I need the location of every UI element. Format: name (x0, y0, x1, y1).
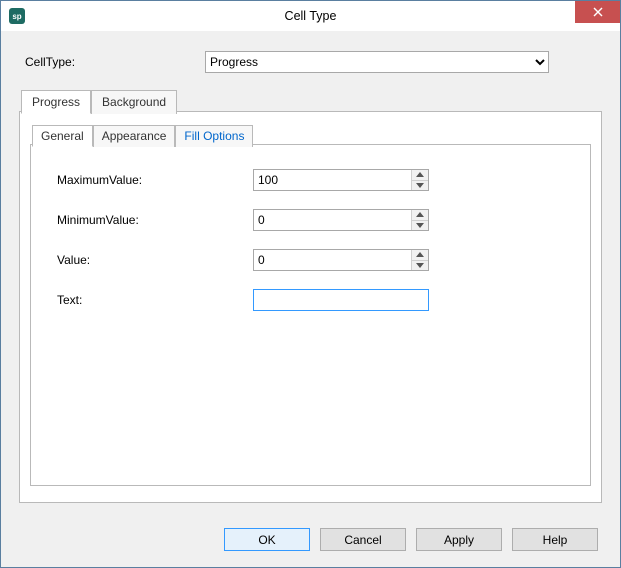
inner-tab-panel-general: MaximumValue: Mi (30, 144, 591, 486)
cell-type-dialog: sp Cell Type CellType: Progress Progress… (0, 0, 621, 568)
minimum-value-spin-up[interactable] (412, 210, 428, 221)
close-icon (593, 7, 603, 17)
chevron-up-icon (416, 252, 424, 257)
row-maximum-value: MaximumValue: (51, 169, 570, 191)
celltype-label: CellType: (25, 55, 205, 69)
chevron-up-icon (416, 172, 424, 177)
text-label: Text: (51, 293, 253, 307)
value-spin-down[interactable] (412, 261, 428, 271)
tab-fill-options-label: Fill Options (184, 129, 244, 143)
row-text: Text: (51, 289, 570, 311)
maximum-value-spin-buttons (411, 170, 428, 190)
close-button[interactable] (575, 1, 620, 23)
value-input[interactable] (254, 250, 411, 270)
tab-progress-label: Progress (32, 95, 80, 109)
minimum-value-spinner[interactable] (253, 209, 429, 231)
button-bar: OK Cancel Apply Help (224, 528, 598, 551)
help-button[interactable]: Help (512, 528, 598, 551)
ok-button-label: OK (258, 533, 275, 547)
tab-background-label: Background (102, 95, 166, 109)
tab-progress[interactable]: Progress (21, 90, 91, 114)
row-value: Value: (51, 249, 570, 271)
tab-general-label: General (41, 129, 84, 143)
chevron-up-icon (416, 212, 424, 217)
help-button-label: Help (543, 533, 568, 547)
chevron-down-icon (416, 263, 424, 268)
tab-fill-options[interactable]: Fill Options (175, 125, 253, 147)
client-area: CellType: Progress Progress Background G… (1, 31, 620, 567)
maximum-value-spin-up[interactable] (412, 170, 428, 181)
maximum-value-label: MaximumValue: (51, 173, 253, 187)
app-icon: sp (9, 8, 25, 24)
text-input[interactable] (253, 289, 429, 311)
apply-button-label: Apply (444, 533, 474, 547)
maximum-value-spin-down[interactable] (412, 181, 428, 191)
apply-button[interactable]: Apply (416, 528, 502, 551)
value-spinner[interactable] (253, 249, 429, 271)
window-buttons (575, 1, 620, 31)
maximum-value-input[interactable] (254, 170, 411, 190)
text-field-wrap (253, 289, 429, 311)
minimum-value-spin-down[interactable] (412, 221, 428, 231)
tab-appearance-label: Appearance (102, 129, 167, 143)
window-title: Cell Type (1, 9, 620, 23)
celltype-select[interactable]: Progress (205, 51, 549, 73)
value-spin-up[interactable] (412, 250, 428, 261)
inner-tabstrip: General Appearance Fill Options (32, 124, 253, 146)
minimum-value-label: MinimumValue: (51, 213, 253, 227)
tab-general[interactable]: General (32, 125, 93, 147)
chevron-down-icon (416, 223, 424, 228)
cancel-button-label: Cancel (344, 533, 381, 547)
ok-button[interactable]: OK (224, 528, 310, 551)
minimum-value-input[interactable] (254, 210, 411, 230)
tab-background[interactable]: Background (91, 90, 177, 114)
minimum-value-spin-buttons (411, 210, 428, 230)
row-minimum-value: MinimumValue: (51, 209, 570, 231)
chevron-down-icon (416, 183, 424, 188)
value-label: Value: (51, 253, 253, 267)
titlebar: sp Cell Type (1, 1, 620, 32)
outer-tab-panel: General Appearance Fill Options MaximumV… (19, 111, 602, 503)
maximum-value-spinner[interactable] (253, 169, 429, 191)
value-spin-buttons (411, 250, 428, 270)
tab-appearance[interactable]: Appearance (93, 125, 176, 147)
cancel-button[interactable]: Cancel (320, 528, 406, 551)
celltype-row: CellType: Progress (25, 51, 596, 73)
outer-tabstrip: Progress Background (21, 89, 177, 113)
